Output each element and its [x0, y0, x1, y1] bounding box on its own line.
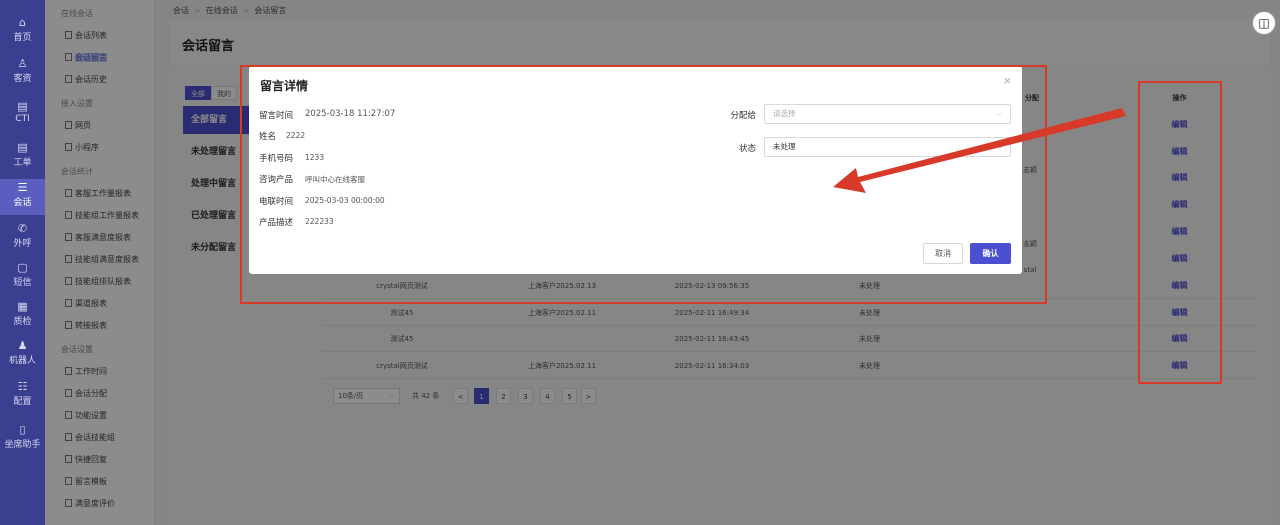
- rail-item-label: 配置: [13, 397, 32, 407]
- sms-icon: ▢: [17, 261, 28, 274]
- rail-item-3[interactable]: ▤ 工单: [0, 141, 45, 169]
- rail-item-9[interactable]: ☷ 配置: [0, 380, 45, 408]
- phone-icon: ✆: [17, 222, 28, 235]
- robot-icon: ♟: [17, 339, 28, 352]
- rail-item-6[interactable]: ▢ 短信: [0, 261, 45, 289]
- rail-item-label: CTI: [15, 114, 30, 124]
- rail-item-label: 客资: [13, 74, 32, 84]
- assistant-icon: ▯: [19, 423, 26, 436]
- config-icon: ☷: [17, 380, 28, 393]
- rail-item-7[interactable]: ▦ 质检: [0, 300, 45, 328]
- rail-item-5[interactable]: ✆ 外呼: [0, 222, 45, 250]
- rail-item-10[interactable]: ▯ 坐席助手: [0, 423, 45, 451]
- annotation-box-dialog: [240, 65, 1047, 304]
- people-icon: ♙: [17, 57, 28, 70]
- ticket-icon: ▤: [17, 141, 28, 154]
- rail-item-4[interactable]: ☰ 会话: [0, 179, 45, 215]
- rail-item-0[interactable]: ⌂ 首页: [0, 16, 45, 44]
- rail-item-label: 首页: [13, 33, 32, 43]
- rail-item-2[interactable]: ▤ CTI: [0, 100, 45, 125]
- rail-item-label: 外呼: [13, 239, 32, 249]
- rail-item-label: 机器人: [8, 356, 36, 366]
- book-icon[interactable]: ◫: [1252, 11, 1276, 35]
- rail-item-label: 短信: [13, 278, 32, 288]
- cti-icon: ▤: [17, 100, 28, 113]
- main-nav-rail: ⌂ 首页 ♙ 客资 ▤ CTI ▤ 工单 ☰ 会话 ✆ 外呼 ▢ 短信 ▦ 质检 ♟ 机器人 ☷ 配置 ▯ 坐席助手: [0, 0, 45, 525]
- rail-item-8[interactable]: ♟ 机器人: [0, 339, 45, 367]
- rail-item-label: 质检: [13, 317, 32, 327]
- annotation-box-action-column: [1138, 81, 1222, 384]
- rail-item-1[interactable]: ♙ 客资: [0, 57, 45, 85]
- rail-item-label: 会话: [13, 198, 32, 208]
- rail-item-label: 坐席助手: [4, 440, 41, 450]
- inspect-icon: ▦: [17, 300, 28, 313]
- home-icon: ⌂: [19, 16, 26, 29]
- rail-item-label: 工单: [13, 158, 32, 168]
- chat-icon: ☰: [17, 181, 28, 194]
